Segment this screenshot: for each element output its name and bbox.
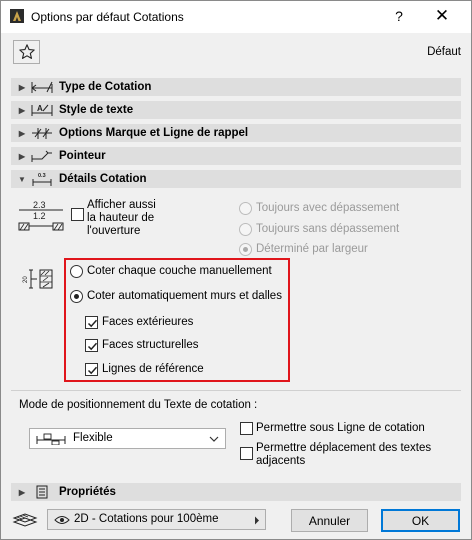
collapsed-arrow-icon: ▶ [18, 128, 26, 138]
window-title: Options par défaut Cotations [31, 10, 184, 24]
dimension-details-icon: 0.3 [29, 171, 55, 187]
section-properties[interactable]: ▶ Propriétés [11, 483, 461, 501]
always-without-label: Toujours sans dépassement [256, 223, 400, 235]
favorites-button[interactable] [13, 40, 40, 64]
radio-dot [74, 294, 79, 299]
checkmark-icon [87, 342, 98, 351]
ok-button[interactable]: OK [381, 509, 460, 532]
default-label: Défaut [427, 46, 461, 58]
eye-icon [54, 516, 70, 524]
collapsed-arrow-icon: ▶ [18, 487, 26, 497]
allow-under-line-checkbox[interactable] [240, 422, 253, 435]
layer-dimension-icon: 20 [23, 269, 53, 289]
section-label: Style de texte [59, 104, 134, 116]
collapsed-arrow-icon: ▶ [18, 151, 26, 161]
positioning-label: Mode de positionnement du Texte de cotat… [19, 399, 258, 411]
section-dimension-type[interactable]: ▶ Type de Cotation [11, 78, 461, 96]
always-over-radio[interactable] [239, 202, 252, 215]
radio-dot [243, 247, 248, 252]
chevron-down-icon [209, 436, 219, 442]
illustration-bottom-value: 1.2 [33, 211, 46, 221]
cancel-button[interactable]: Annuler [291, 509, 368, 532]
allow-move-adjacent-label: Permettre déplacement des textes adjacen… [256, 442, 431, 468]
auto-walls-radio[interactable] [70, 290, 83, 303]
section-dimension-details[interactable]: ▼ 0.3 Détails Cotation [11, 170, 461, 188]
section-label: Pointeur [59, 150, 106, 162]
positioning-mode-dropdown[interactable]: Flexible [29, 428, 226, 449]
allow-move-adjacent-label-line: adjacents [256, 455, 306, 467]
reference-lines-label: Lignes de référence [102, 363, 204, 375]
properties-icon [29, 484, 55, 500]
svg-text:0.3: 0.3 [38, 173, 46, 179]
always-over-label: Toujours avec dépassement [256, 202, 400, 214]
close-button[interactable]: ✕ [434, 6, 450, 26]
structural-faces-checkbox[interactable] [85, 339, 98, 352]
marker-options-icon [29, 125, 55, 141]
chevron-right-icon [255, 516, 259, 525]
auto-walls-label: Coter automatiquement murs et dalles [87, 290, 282, 302]
always-without-radio[interactable] [239, 223, 252, 236]
layers-icon [12, 513, 38, 527]
help-button[interactable]: ? [392, 8, 406, 24]
svg-text:A: A [37, 104, 43, 113]
app-icon [10, 9, 24, 23]
view-settings-value: 2D - Cotations pour 100ème [74, 513, 219, 525]
exterior-faces-checkbox[interactable] [85, 316, 98, 329]
star-icon [18, 44, 35, 59]
text-style-icon: A [29, 102, 55, 118]
expanded-arrow-icon: ▼ [18, 174, 26, 184]
pointer-icon [29, 148, 55, 164]
collapsed-arrow-icon: ▶ [18, 105, 26, 115]
positioning-mode-value: Flexible [73, 432, 113, 444]
checkmark-icon [87, 366, 98, 375]
layer-icon-number: 20 [23, 276, 29, 283]
by-width-label: Déterminé par largeur [256, 243, 368, 255]
opening-height-label-line: l'ouverture [87, 225, 141, 237]
opening-height-checkbox[interactable] [71, 208, 84, 221]
layers-manual-radio[interactable] [70, 265, 83, 278]
section-marker-options[interactable]: ▶ Options Marque et Ligne de rappel [11, 124, 461, 142]
title-bar: Options par défaut Cotations ? ✕ [1, 1, 471, 33]
opening-height-label: Afficher aussi la hauteur de l'ouverture [87, 199, 156, 238]
structural-faces-label: Faces structurelles [102, 339, 199, 351]
allow-move-adjacent-label-line: Permettre déplacement des textes [256, 442, 432, 454]
section-label: Options Marque et Ligne de rappel [59, 127, 249, 139]
section-pointer[interactable]: ▶ Pointeur [11, 147, 461, 165]
by-width-radio[interactable] [239, 243, 252, 256]
opening-height-illustration: 2.3 1.2 [18, 200, 64, 231]
collapsed-arrow-icon: ▶ [18, 82, 26, 92]
layers-manual-label: Coter chaque couche manuellement [87, 265, 272, 277]
view-settings-combo[interactable]: 2D - Cotations pour 100ème [47, 509, 266, 530]
section-label: Propriétés [59, 486, 116, 498]
dialog-window: Options par défaut Cotations ? ✕ Défaut … [0, 0, 472, 540]
section-divider [11, 390, 461, 391]
dimension-type-icon [29, 79, 55, 95]
allow-under-line-label: Permettre sous Ligne de cotation [256, 422, 425, 434]
flexible-mode-icon [36, 433, 66, 445]
section-label: Type de Cotation [59, 81, 152, 93]
section-text-style[interactable]: ▶ A Style de texte [11, 101, 461, 119]
opening-height-label-line: la hauteur de [87, 212, 155, 224]
opening-height-label-line: Afficher aussi [87, 199, 156, 211]
reference-lines-checkbox[interactable] [85, 363, 98, 376]
checkmark-icon [87, 319, 98, 328]
section-label: Détails Cotation [59, 173, 147, 185]
illustration-top-value: 2.3 [33, 200, 46, 210]
exterior-faces-label: Faces extérieures [102, 316, 194, 328]
allow-move-adjacent-checkbox[interactable] [240, 447, 253, 460]
